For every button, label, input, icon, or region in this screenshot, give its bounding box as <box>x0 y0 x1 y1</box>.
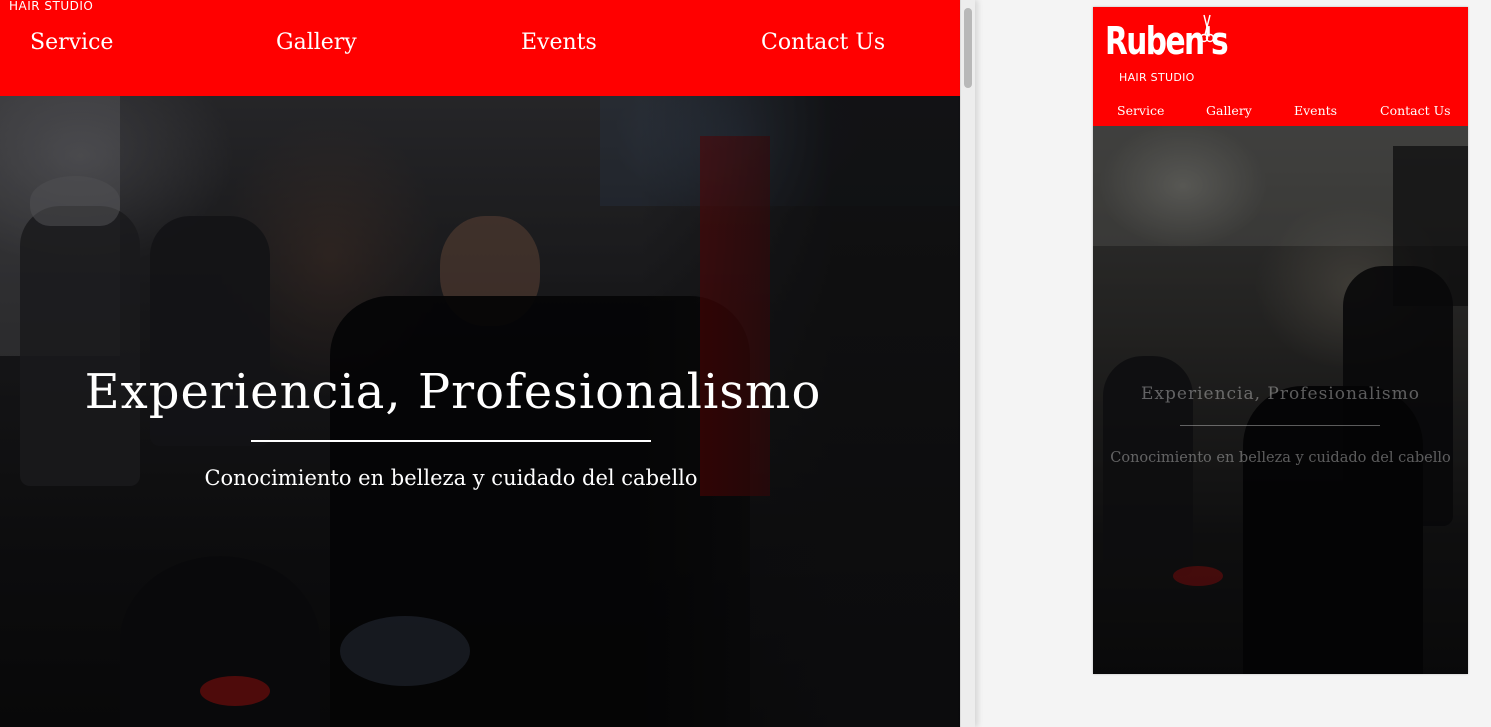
desktop-preview: HAIR STUDIO Service Gallery Events Conta… <box>0 0 960 727</box>
hero-subtitle: Conocimiento en belleza y cuidado del ca… <box>204 466 698 490</box>
mobile-nav-gallery-link[interactable]: Gallery <box>1206 103 1252 118</box>
scrollbar-thumb[interactable] <box>964 8 972 88</box>
mobile-site-header: Ruben's HAIR STUDIO Service Gallery Even… <box>1093 7 1468 126</box>
mobile-nav-events-link[interactable]: Events <box>1294 103 1337 118</box>
hero-title: Experiencia, Profesionalismo <box>84 364 822 420</box>
main-nav: Service Gallery Events Contact Us <box>0 30 960 62</box>
mobile-brand-tagline: HAIR STUDIO <box>1119 71 1195 84</box>
scissors-icon <box>1199 14 1215 43</box>
mobile-hero-title: Experiencia, Profesionalismo <box>1141 384 1420 404</box>
mobile-preview: Ruben's HAIR STUDIO Service Gallery Even… <box>1093 7 1468 674</box>
mobile-nav-contact-link[interactable]: Contact Us <box>1380 103 1451 118</box>
mobile-hero-section: Experiencia, Profesionalismo Conocimient… <box>1093 126 1468 674</box>
brand-tagline: HAIR STUDIO <box>9 0 94 13</box>
mobile-hero-subtitle: Conocimiento en belleza y cuidado del ca… <box>1110 450 1451 466</box>
hero-section: Experiencia, Profesionalismo Conocimient… <box>0 96 960 727</box>
mobile-nav-service-link[interactable]: Service <box>1117 103 1164 118</box>
hero-divider <box>251 440 651 442</box>
nav-gallery-link[interactable]: Gallery <box>276 30 357 55</box>
site-header: HAIR STUDIO Service Gallery Events Conta… <box>0 0 960 96</box>
nav-service-link[interactable]: Service <box>30 30 113 55</box>
mobile-hero-divider <box>1180 425 1380 426</box>
nav-events-link[interactable]: Events <box>521 30 597 55</box>
nav-contact-link[interactable]: Contact Us <box>761 30 885 55</box>
vertical-scrollbar[interactable] <box>960 0 975 727</box>
